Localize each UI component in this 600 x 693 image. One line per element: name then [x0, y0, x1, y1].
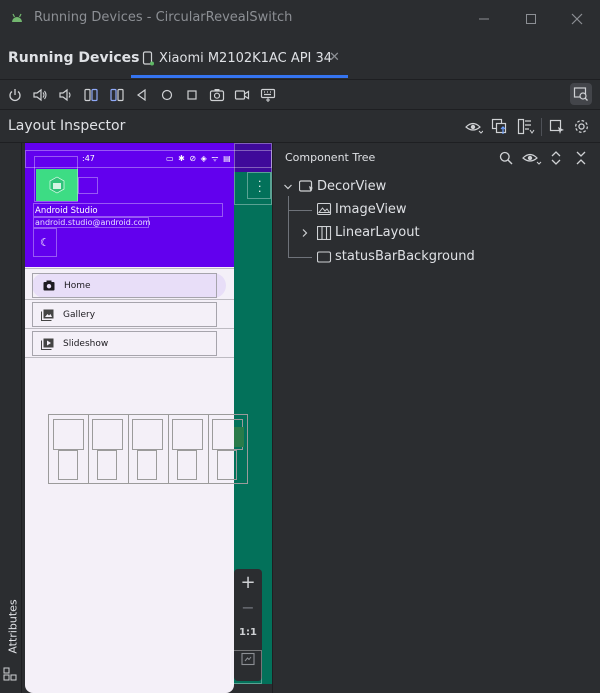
zoom-in-button[interactable]: + [234, 572, 262, 593]
expand-icon[interactable] [550, 150, 562, 166]
overflow-menu-icon: · · · [258, 175, 262, 198]
status-time: :47 [82, 154, 95, 163]
actual-size-button[interactable]: 1:1 [234, 627, 262, 638]
minimize-icon [479, 18, 489, 19]
close-icon [571, 13, 583, 24]
maximize-button[interactable] [509, 0, 553, 37]
layout-inspector-toggle-button[interactable] [570, 83, 592, 105]
tree-node-statusbarbackground[interactable]: statusBarBackground [335, 249, 475, 264]
cell-divider [88, 414, 89, 484]
cell-text-bounds [58, 450, 78, 480]
divider [25, 268, 234, 269]
avatar-bounds [34, 156, 78, 202]
overview-icon[interactable] [183, 86, 201, 104]
tree-guide-line [288, 210, 312, 211]
attributes-icon [3, 667, 17, 681]
divider [25, 357, 234, 358]
nav-item-home[interactable]: Home [32, 273, 217, 298]
cell-text-bounds [137, 450, 157, 480]
cell-image-bounds [53, 419, 84, 450]
cell-image-bounds [172, 419, 203, 450]
cell-text-bounds [177, 450, 197, 480]
tree-guide-line [288, 257, 312, 258]
tree-node-decorview[interactable]: DecorView [317, 179, 386, 194]
phone-icon [142, 51, 154, 66]
nav-item-label: Slideshow [63, 338, 109, 349]
select-icon[interactable] [549, 119, 565, 135]
layout-inspector-title: Layout Inspector [8, 118, 126, 134]
zoom-out-button[interactable]: − [234, 598, 262, 617]
status-icons: ▭ ✱ ⊘ ◈ ᯤ ▤ [166, 154, 232, 163]
eye-icon[interactable] [465, 119, 483, 135]
gallery-icon [41, 309, 54, 321]
rotate-right-icon[interactable] [108, 86, 126, 104]
collapse-icon[interactable] [575, 150, 587, 166]
tool-window-title: Running Devices [8, 50, 140, 66]
search-icon[interactable] [499, 151, 513, 165]
camera-icon [43, 280, 55, 291]
eye-icon[interactable] [522, 151, 542, 165]
cell-image-peek [234, 427, 244, 447]
user-email: android.studio@android.com [35, 218, 151, 227]
decorview-icon [299, 180, 313, 192]
divider [25, 299, 234, 300]
window-title: Running Devices - CircularRevealSwitch [34, 10, 293, 25]
nav-item-label: Gallery [63, 309, 96, 320]
settings-device-icon[interactable] [259, 86, 277, 104]
device-tab-label: Xiaomi M2102K1AC API 34 [159, 51, 333, 66]
chevron-right-icon[interactable] [300, 227, 310, 239]
nav-button-bounds [78, 177, 98, 194]
close-window-button[interactable] [555, 0, 599, 37]
fit-bounds [230, 650, 262, 684]
cell-divider [128, 414, 129, 484]
nav-item-label: Home [64, 280, 91, 291]
panel-divider [272, 143, 273, 693]
user-name: Android Studio [35, 206, 98, 216]
cell-image-bounds [92, 419, 123, 450]
view-icon [317, 251, 332, 263]
close-tab-icon[interactable]: ✕ [329, 50, 340, 65]
slideshow-icon [41, 338, 54, 350]
cell-image-bounds [132, 419, 163, 450]
gear-icon[interactable] [573, 118, 590, 135]
screen-record-icon[interactable] [233, 86, 251, 104]
moon-icon: ☾ [40, 236, 50, 249]
divider [25, 328, 234, 329]
minimize-button[interactable] [462, 0, 506, 37]
volume-down-icon[interactable] [56, 86, 74, 104]
nav-item-slideshow[interactable]: Slideshow [32, 331, 217, 356]
active-tab-indicator [131, 75, 348, 78]
cell-divider [208, 414, 209, 484]
tree-node-linearlayout[interactable]: LinearLayout [335, 225, 420, 240]
tree-node-imageview[interactable]: ImageView [335, 202, 407, 217]
live-update-icon[interactable] [517, 118, 535, 136]
component-tree-title: Component Tree [285, 151, 376, 164]
home-icon[interactable] [158, 86, 176, 104]
cell-text-bounds [217, 450, 237, 480]
layout-inspector-toggle-icon [573, 87, 588, 101]
header-divider [541, 118, 542, 136]
back-icon[interactable] [133, 86, 151, 104]
attributes-tab[interactable]: Attributes [7, 592, 20, 662]
tree-guide-line [288, 196, 289, 257]
cell-text-bounds [97, 450, 117, 480]
nav-item-gallery[interactable]: Gallery [32, 302, 217, 327]
linearlayout-icon [317, 226, 332, 240]
chevron-down-icon[interactable] [282, 181, 294, 193]
screenshot-icon[interactable] [208, 86, 226, 104]
snapshot-icon[interactable] [491, 118, 509, 136]
rotate-left-icon[interactable] [82, 86, 100, 104]
power-icon[interactable] [6, 86, 24, 104]
volume-up-icon[interactable] [31, 86, 49, 104]
android-icon [12, 13, 22, 22]
imageview-icon [317, 203, 332, 216]
maximize-icon [526, 13, 536, 24]
cell-divider [168, 414, 169, 484]
